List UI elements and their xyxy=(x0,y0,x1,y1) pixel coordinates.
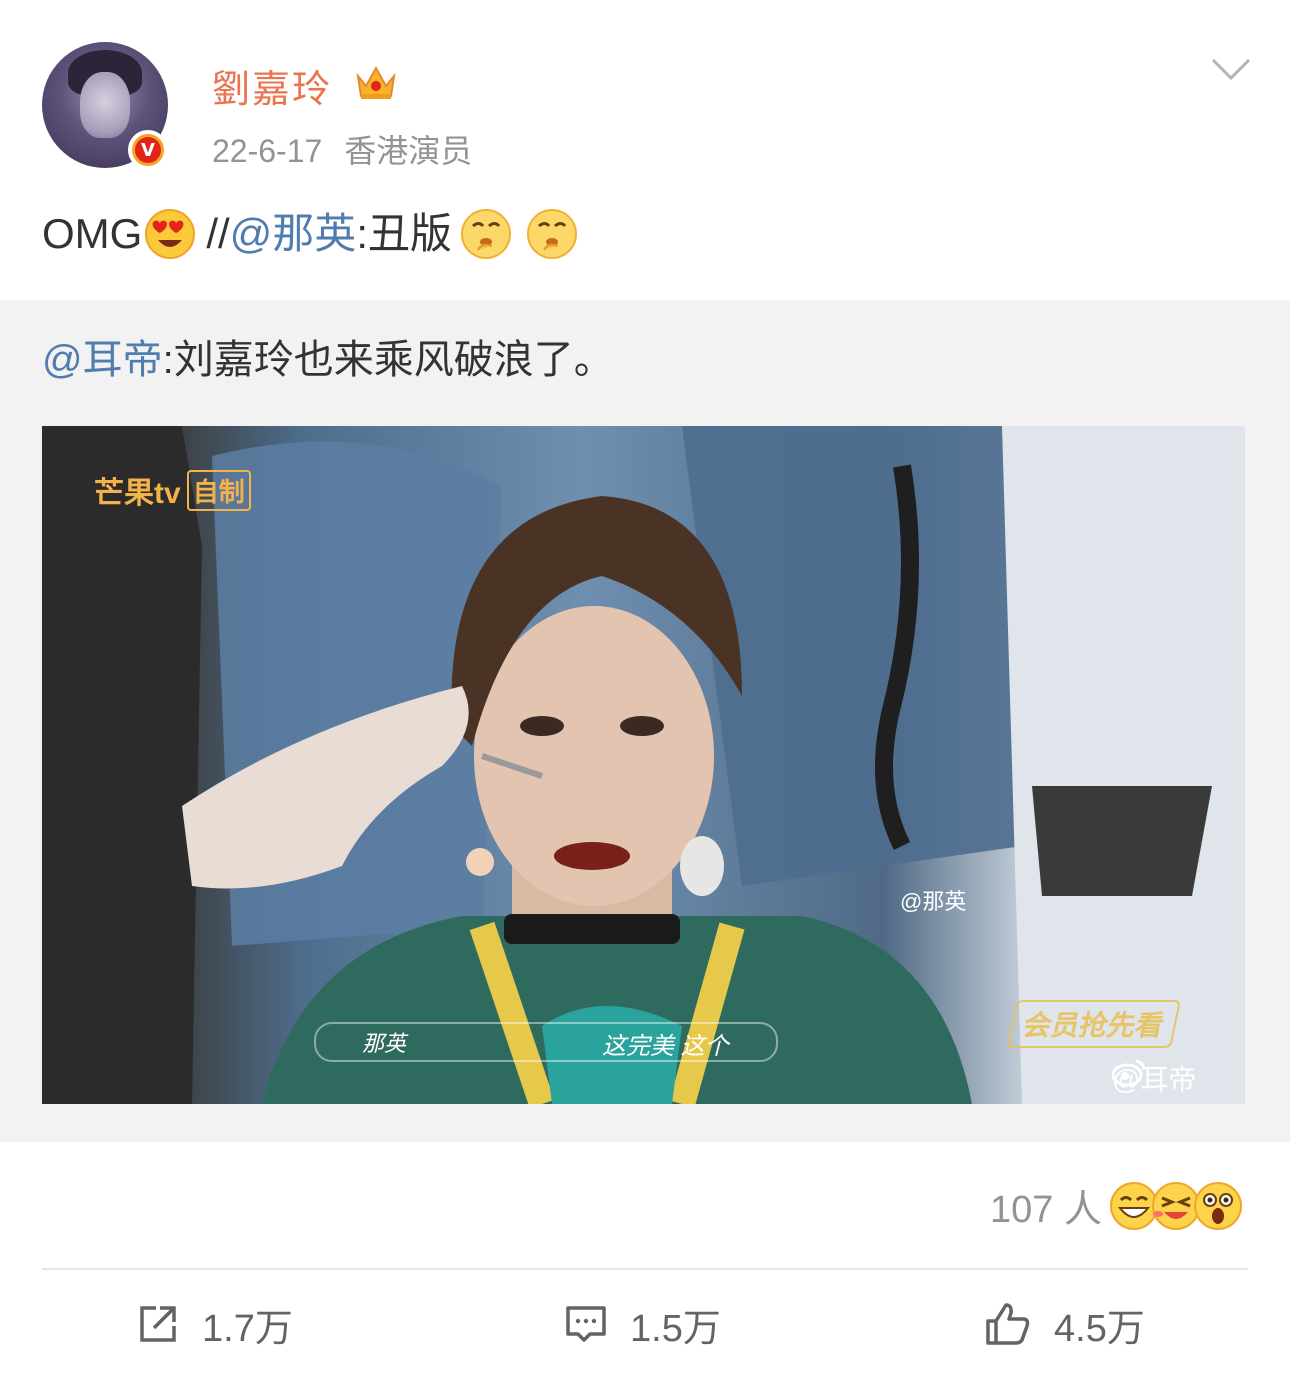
post-meta: 22-6-17 香港演员 xyxy=(212,126,472,172)
avatar-face xyxy=(80,72,130,138)
subtitle-text: 这完美 这个 xyxy=(602,1033,729,1060)
mango-tv-watermark: 芒果tv 自制 xyxy=(94,468,251,512)
repost-text: @耳帝:刘嘉玲也来乘风破浪了。 xyxy=(42,330,614,390)
surprised-icon xyxy=(1194,1181,1242,1230)
subtitle-speaker: 那英 xyxy=(362,1031,407,1056)
comment-button[interactable]: 1.5万 xyxy=(564,1296,721,1352)
repost-card[interactable]: @耳帝:刘嘉玲也来乘风破浪了。 芒果tv 自制 @那英 会员抢先看 那英 这完美… xyxy=(0,300,1290,1142)
repost-body: :刘嘉玲也来乘风破浪了。 xyxy=(162,338,614,382)
repost-mention-link[interactable]: @耳帝 xyxy=(42,338,163,382)
post-body: :丑版 xyxy=(356,210,452,257)
comment-count: 1.5万 xyxy=(630,1307,721,1350)
reaction-summary[interactable]: 107 人 xyxy=(990,1178,1244,1233)
post-prefix: OMG xyxy=(42,210,143,257)
comment-icon xyxy=(566,1306,606,1342)
thinking-emoji-icon xyxy=(460,209,511,259)
weibo-logo-icon xyxy=(1112,1059,1146,1086)
vip-preview-badge: 会员抢先看 xyxy=(1006,1000,1182,1048)
mango-tv-tag: 自制 xyxy=(186,469,251,511)
crown-icon[interactable] xyxy=(354,62,398,102)
like-count: 4.5万 xyxy=(1054,1307,1145,1350)
username[interactable]: 劉嘉玲 xyxy=(212,58,332,113)
post-text: OMG // @那英 :丑版 xyxy=(42,202,580,266)
post-header: V 劉嘉玲 22-6-17 香港演员 xyxy=(0,0,1290,190)
post-date: 22-6-17 xyxy=(212,133,323,169)
mention-link[interactable]: @那英 xyxy=(230,202,357,266)
weibo-user-watermark: @那英 xyxy=(900,889,967,914)
verified-badge-label: V xyxy=(135,137,161,163)
chevron-down-icon[interactable] xyxy=(1210,56,1252,82)
repost-count: 1.7万 xyxy=(202,1307,293,1350)
thinking-emoji-icon xyxy=(526,209,577,259)
repost-button[interactable]: 1.7万 xyxy=(136,1296,293,1352)
post-source: 香港演员 xyxy=(344,133,473,169)
heart-eyes-emoji-icon xyxy=(145,209,196,259)
share-icon xyxy=(140,1306,176,1342)
mango-tv-brand: 芒果tv xyxy=(94,477,181,510)
verified-badge-icon: V xyxy=(128,130,168,170)
like-button[interactable]: 4.5万 xyxy=(984,1296,1145,1352)
divider xyxy=(42,1268,1248,1270)
thumbs-up-icon xyxy=(986,1303,1030,1345)
reaction-count: 107 人 xyxy=(990,1189,1102,1231)
post-separator: // xyxy=(206,210,230,257)
video-thumbnail[interactable]: 芒果tv 自制 @那英 会员抢先看 那英 这完美 这个 @耳帝 xyxy=(42,426,1245,1104)
repost-watermark: @耳帝 xyxy=(1112,1058,1196,1098)
